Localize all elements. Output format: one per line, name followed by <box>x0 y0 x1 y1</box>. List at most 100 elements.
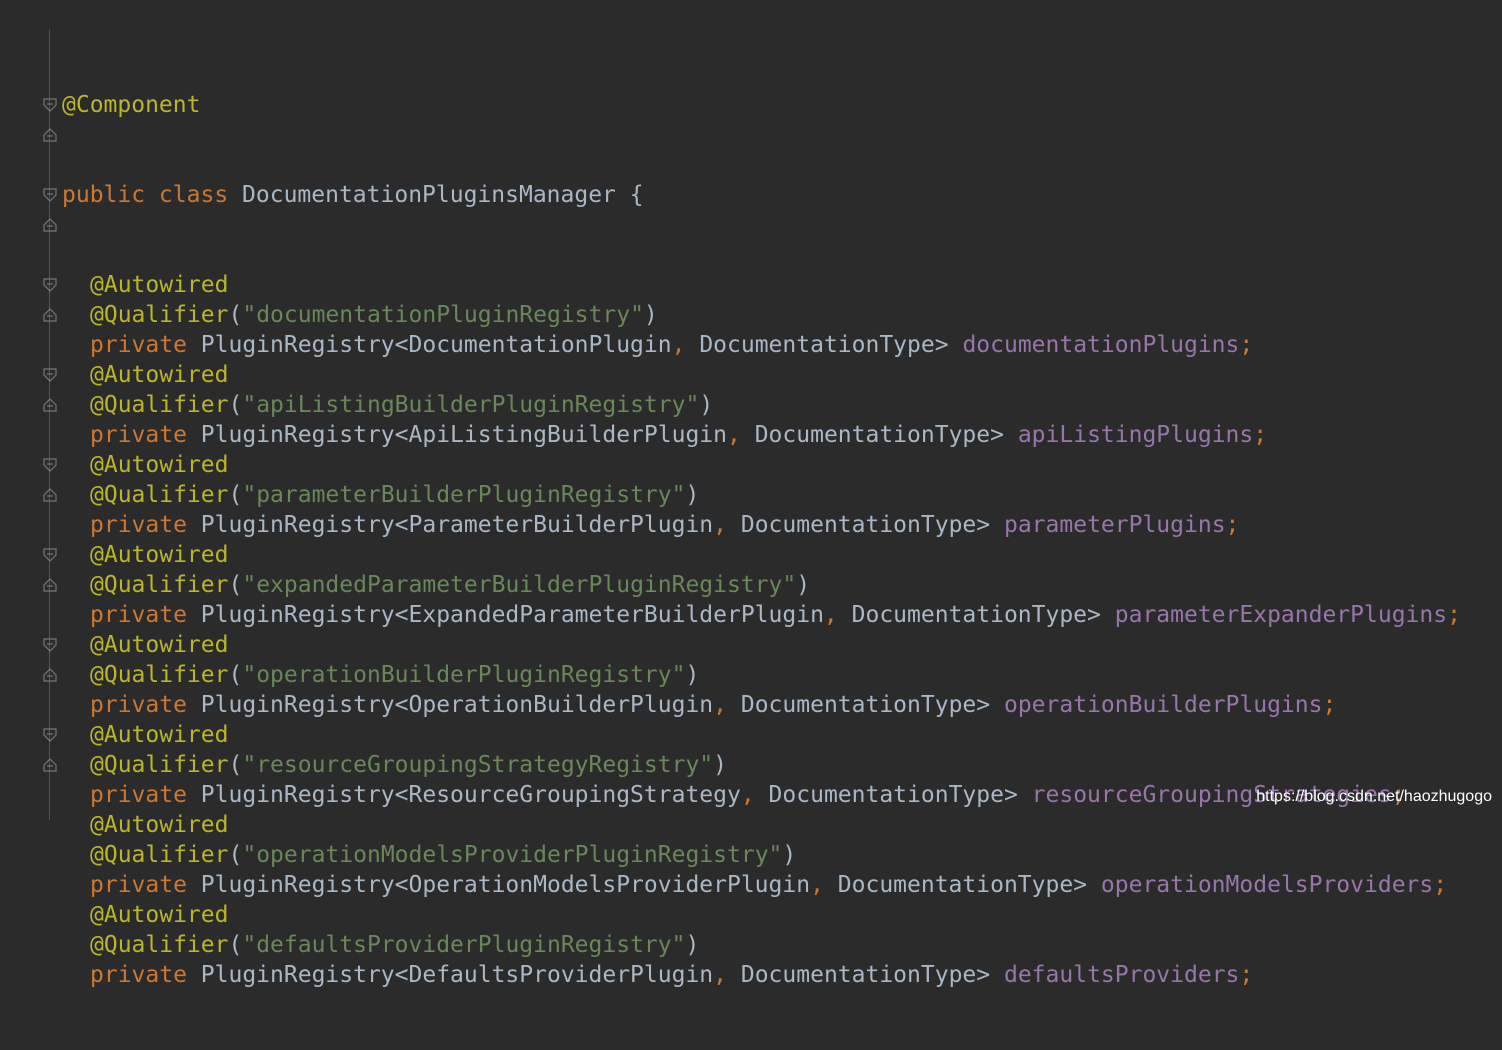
code-editor[interactable]: @Component public class DocumentationPlu… <box>0 0 1502 988</box>
semicolon: ; <box>1433 872 1448 898</box>
paren-close: ) <box>699 392 714 418</box>
paren-open: ( <box>228 932 243 958</box>
field-block: @Autowired @Qualifier("parameterBuilderPl… <box>62 450 1461 540</box>
autowired-annotation: @Autowired <box>90 902 229 928</box>
paren-open: ( <box>228 482 243 508</box>
fold-collapse-icon[interactable] <box>42 97 58 113</box>
field-type-prefix: PluginRegistry<ResourceGroupingStrategy <box>200 782 741 808</box>
qualifier-annotation: @Qualifier <box>90 392 229 418</box>
field-type-prefix: PluginRegistry<DefaultsProviderPlugin <box>200 962 714 988</box>
fold-end-icon[interactable] <box>42 667 58 683</box>
private-keyword: private <box>90 512 187 538</box>
field-block: @Autowired @Qualifier("apiListingBuilderP… <box>62 360 1461 450</box>
code-line: @Autowired <box>62 810 1461 840</box>
code-line: public class DocumentationPluginsManager… <box>62 180 1461 210</box>
private-keyword: private <box>90 872 187 898</box>
field-type-suffix: DocumentationType> <box>837 602 1101 628</box>
fold-end-icon[interactable] <box>42 757 58 773</box>
class-annotation: @Component <box>62 92 201 118</box>
fold-end-icon[interactable] <box>42 307 58 323</box>
class-name: DocumentationPluginsManager <box>242 182 616 208</box>
autowired-annotation: @Autowired <box>90 452 229 478</box>
qualifier-annotation: @Qualifier <box>90 932 229 958</box>
code-line: @Qualifier("parameterBuilderPluginRegist… <box>62 480 1461 510</box>
code-line: private PluginRegistry<ResourceGroupingS… <box>62 780 1461 810</box>
code-line: @Component <box>62 90 1461 120</box>
private-keyword: private <box>90 422 187 448</box>
paren-open: ( <box>228 662 243 688</box>
code-line: @Autowired <box>62 360 1461 390</box>
code-line: @Autowired <box>62 720 1461 750</box>
field-name: documentationPlugins <box>962 332 1240 358</box>
fold-collapse-icon[interactable] <box>42 277 58 293</box>
field-name: parameterExpanderPlugins <box>1114 602 1448 628</box>
paren-close: ) <box>685 932 700 958</box>
fold-end-icon[interactable] <box>42 217 58 233</box>
code-line: @Autowired <box>62 540 1461 570</box>
field-type-prefix: PluginRegistry<ExpandedParameterBuilderP… <box>200 602 824 628</box>
fold-end-icon[interactable] <box>42 127 58 143</box>
code-line: @Qualifier("apiListingBuilderPluginRegis… <box>62 390 1461 420</box>
fold-collapse-icon[interactable] <box>42 187 58 203</box>
autowired-annotation: @Autowired <box>90 542 229 568</box>
code-area[interactable]: @Component public class DocumentationPlu… <box>62 30 1461 1050</box>
qualifier-annotation: @Qualifier <box>90 662 229 688</box>
private-keyword: private <box>90 692 187 718</box>
field-block: @Autowired @Qualifier("defaultsProviderPl… <box>62 900 1461 990</box>
code-line: @Autowired <box>62 900 1461 930</box>
qualifier-string: "defaultsProviderPluginRegistry" <box>242 932 686 958</box>
fold-collapse-icon[interactable] <box>42 727 58 743</box>
watermark-url: https://blog.csdn.net/haozhugogo <box>1256 788 1492 805</box>
field-type-prefix: PluginRegistry<OperationModelsProviderPl… <box>200 872 811 898</box>
fold-end-icon[interactable] <box>42 397 58 413</box>
qualifier-annotation: @Qualifier <box>90 752 229 778</box>
type-comma: , <box>713 962 728 988</box>
class-open-brace: { <box>629 182 644 208</box>
qualifier-string: "operationBuilderPluginRegistry" <box>242 662 686 688</box>
fold-collapse-icon[interactable] <box>42 457 58 473</box>
semicolon: ; <box>1239 962 1254 988</box>
class-modifiers: public class <box>62 182 229 208</box>
type-comma: , <box>713 512 728 538</box>
private-keyword: private <box>90 782 187 808</box>
fold-end-icon[interactable] <box>42 577 58 593</box>
fold-collapse-icon[interactable] <box>42 367 58 383</box>
fold-end-icon[interactable] <box>42 487 58 503</box>
field-type-suffix: DocumentationType> <box>754 782 1018 808</box>
paren-close: ) <box>685 482 700 508</box>
field-block: @Autowired @Qualifier("expandedParameterB… <box>62 540 1461 630</box>
code-line: @Qualifier("resourceGroupingStrategyRegi… <box>62 750 1461 780</box>
field-type-suffix: DocumentationType> <box>740 422 1004 448</box>
field-block: @Autowired @Qualifier("operationModelsPro… <box>62 810 1461 900</box>
fold-collapse-icon[interactable] <box>42 547 58 563</box>
autowired-annotation: @Autowired <box>90 722 229 748</box>
field-type-prefix: PluginRegistry<DocumentationPlugin <box>200 332 672 358</box>
qualifier-annotation: @Qualifier <box>90 842 229 868</box>
private-keyword: private <box>90 962 187 988</box>
field-block: @Autowired @Qualifier("resourceGroupingSt… <box>62 720 1461 810</box>
paren-open: ( <box>228 392 243 418</box>
type-comma: , <box>727 422 741 448</box>
paren-open: ( <box>228 302 243 328</box>
field-name: operationModelsProviders <box>1100 872 1434 898</box>
qualifier-string: "apiListingBuilderPluginRegistry" <box>242 392 700 418</box>
qualifier-string: "parameterBuilderPluginRegistry" <box>242 482 686 508</box>
type-comma: , <box>740 782 755 808</box>
qualifier-string: "documentationPluginRegistry" <box>242 302 644 328</box>
code-line: private PluginRegistry<DefaultsProviderP… <box>62 960 1461 990</box>
qualifier-annotation: @Qualifier <box>90 482 229 508</box>
type-comma: , <box>671 332 686 358</box>
fold-collapse-icon[interactable] <box>42 637 58 653</box>
code-line: private PluginRegistry<ApiListingBuilder… <box>62 420 1461 450</box>
autowired-annotation: @Autowired <box>90 362 229 388</box>
field-block: @Autowired @Qualifier("operationBuilderPl… <box>62 630 1461 720</box>
field-name: operationBuilderPlugins <box>1003 692 1323 718</box>
paren-close: ) <box>796 572 811 598</box>
field-name: parameterPlugins <box>1003 512 1226 538</box>
paren-close: ) <box>685 662 700 688</box>
type-comma: , <box>713 692 728 718</box>
field-type-prefix: PluginRegistry<ParameterBuilderPlugin <box>200 512 714 538</box>
paren-open: ( <box>228 842 243 868</box>
qualifier-annotation: @Qualifier <box>90 302 229 328</box>
code-line: @Autowired <box>62 450 1461 480</box>
